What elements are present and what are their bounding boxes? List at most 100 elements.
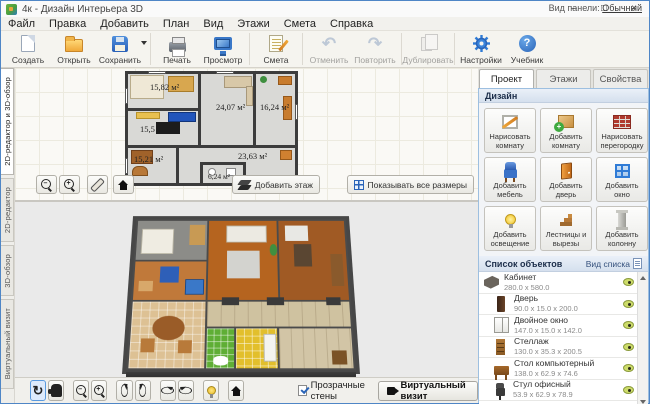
duplicate-button[interactable]: Дублировать (405, 32, 451, 67)
stairs-and-openings-button[interactable]: Лестницы и вырезы (540, 206, 592, 251)
desk-furniture[interactable] (168, 112, 196, 122)
gear-icon (472, 33, 491, 54)
house-3d-model[interactable] (122, 210, 360, 374)
rotate-3d-button[interactable]: ↻ (30, 380, 46, 401)
visibility-eye-icon[interactable] (623, 386, 634, 394)
draw-room-button[interactable]: Нарисовать комнату (484, 108, 536, 153)
toolbar-separator (454, 33, 455, 65)
add-room-icon (558, 115, 574, 128)
scroll-up-icon[interactable] (640, 276, 646, 280)
tab-floors[interactable]: Этажи (536, 69, 591, 88)
tv-furniture[interactable] (156, 122, 180, 134)
object-list-scrollbar[interactable] (637, 272, 648, 404)
door-thumbnail-icon (497, 296, 505, 312)
tab-virtual-visit[interactable]: Виртуальный визит (1, 299, 14, 388)
tutorial-button[interactable]: Учебник (504, 32, 550, 67)
visibility-eye-icon[interactable] (623, 321, 634, 329)
right-panel: Проект Этажи Свойства Дизайн Нарисовать … (478, 68, 649, 403)
visibility-eye-icon[interactable] (623, 278, 634, 286)
list-item-double-window[interactable]: Двойное окно 147.0 x 15.0 x 142.0 (479, 315, 648, 337)
save-dropdown-arrow[interactable] (141, 41, 147, 45)
list-item-office-chair[interactable]: Стул офисный 53.9 x 62.9 x 78.9 (479, 380, 648, 402)
menu-help[interactable]: Справка (323, 17, 380, 31)
redo-button[interactable]: ↷ Повторить (352, 32, 398, 67)
zoom-in-2d-button[interactable]: + (59, 175, 80, 194)
shelf-furniture[interactable] (136, 112, 160, 119)
toolbar-separator (302, 33, 303, 65)
menu-plan[interactable]: План (156, 17, 197, 31)
armchair-furniture[interactable] (132, 166, 148, 176)
list-item-door[interactable]: Дверь 90.0 x 15.0 x 200.0 (479, 294, 648, 316)
transparent-walls-option[interactable]: Прозрачные стены (298, 380, 367, 402)
add-room-button[interactable]: Добавить комнату (540, 108, 592, 153)
tab-2d-editor[interactable]: 2D-редактор (1, 178, 14, 242)
ruler-button[interactable] (87, 175, 108, 194)
visibility-eye-icon[interactable] (623, 300, 634, 308)
tab-project[interactable]: Проект (479, 69, 534, 88)
undo-button[interactable]: ↶ Отменить (306, 32, 352, 67)
visibility-eye-icon[interactable] (623, 343, 634, 351)
stairs-icon (560, 222, 564, 226)
panel-view-link[interactable]: Обычный (602, 3, 642, 13)
tab-2d-and-3d[interactable]: 2D-редактор и 3D-обзор (1, 68, 14, 175)
add-furniture-button[interactable]: Добавить мебель (484, 157, 536, 202)
menu-view[interactable]: Вид (196, 17, 230, 31)
zoom-out-2d-button[interactable]: – (36, 175, 57, 194)
fit-home-3d-button[interactable] (228, 380, 244, 401)
add-floor-button[interactable]: Добавить этаж (232, 175, 320, 194)
pan-hand-button[interactable] (48, 380, 64, 401)
menu-bar: Файл Правка Добавить План Вид Этажи Смет… (1, 17, 649, 31)
redo-icon: ↷ (368, 35, 382, 52)
tab-properties[interactable]: Свойства (593, 69, 648, 88)
menu-file[interactable]: Файл (1, 17, 42, 31)
lighting-button[interactable] (203, 380, 219, 401)
zoom-out-3d-button[interactable]: – (73, 380, 89, 401)
app-icon (6, 4, 17, 15)
draw-partition-button[interactable]: Нарисовать перегородку (596, 108, 648, 153)
list-item-room[interactable]: Кабинет 280.0 x 580.0 (479, 272, 648, 294)
show-all-sizes-button[interactable]: Показывать все размеры (347, 175, 474, 194)
view-3d-canvas[interactable] (15, 202, 478, 377)
open-button[interactable]: Открыть (51, 32, 97, 67)
tilt-down-button[interactable] (135, 380, 151, 401)
sofa-furniture[interactable] (246, 86, 253, 106)
menu-estimate[interactable]: Смета (277, 17, 323, 31)
orbit-right-button[interactable] (178, 380, 194, 401)
scroll-down-icon[interactable] (640, 400, 646, 404)
desk-furniture[interactable] (278, 76, 292, 85)
draw-room-icon (502, 115, 518, 129)
tab-3d-view[interactable]: 3D-обзор (1, 245, 14, 297)
print-button[interactable]: Печать (154, 32, 200, 67)
list-item-shelf[interactable]: Стеллаж 130.0 x 35.3 x 200.5 (479, 337, 648, 359)
menu-floors[interactable]: Этажи (230, 17, 276, 31)
camera-icon (387, 387, 396, 395)
wall (253, 74, 256, 145)
add-door-button[interactable]: Добавить дверь (540, 157, 592, 202)
list-item-computer-desk[interactable]: Стол компьютерный 138.0 x 62.9 x 74.6 (479, 358, 648, 380)
floor-plan[interactable]: 15,82 м² 24,07 м² 16,24 м² 15,5 15,21 м²… (125, 71, 298, 186)
visibility-eye-icon[interactable] (623, 364, 634, 372)
settings-button[interactable]: Настройки (458, 32, 504, 67)
desk-thumbnail-icon (494, 366, 509, 375)
menu-add[interactable]: Добавить (93, 17, 156, 31)
rug[interactable] (280, 150, 292, 160)
new-button[interactable]: Создать (5, 32, 51, 67)
list-view-switcher[interactable]: Вид списка (586, 258, 642, 269)
save-button[interactable]: Сохранить (97, 32, 143, 67)
tilt-up-button[interactable] (116, 380, 132, 401)
preview-button[interactable]: Просмотр (200, 32, 246, 67)
plan-2d-canvas[interactable]: 15,82 м² 24,07 м² 16,24 м² 15,5 15,21 м²… (15, 68, 478, 200)
orbit-left-button[interactable] (160, 380, 176, 401)
add-lighting-button[interactable]: Добавить освещение (484, 206, 536, 251)
estimate-button[interactable]: Смета (253, 32, 299, 67)
add-window-button[interactable]: Добавить окно (596, 157, 648, 202)
magnifier-plus-icon: + (94, 385, 105, 396)
plant[interactable] (260, 76, 267, 83)
checkbox-checked-icon[interactable] (298, 385, 306, 396)
menu-edit[interactable]: Правка (42, 17, 93, 31)
zoom-in-3d-button[interactable]: + (91, 380, 107, 401)
add-column-button[interactable]: Добавить колонну (596, 206, 648, 251)
dimensions-grid-icon (354, 180, 364, 190)
fit-home-2d-button[interactable] (113, 175, 134, 194)
virtual-visit-button[interactable]: Виртуальный визит (378, 381, 478, 401)
